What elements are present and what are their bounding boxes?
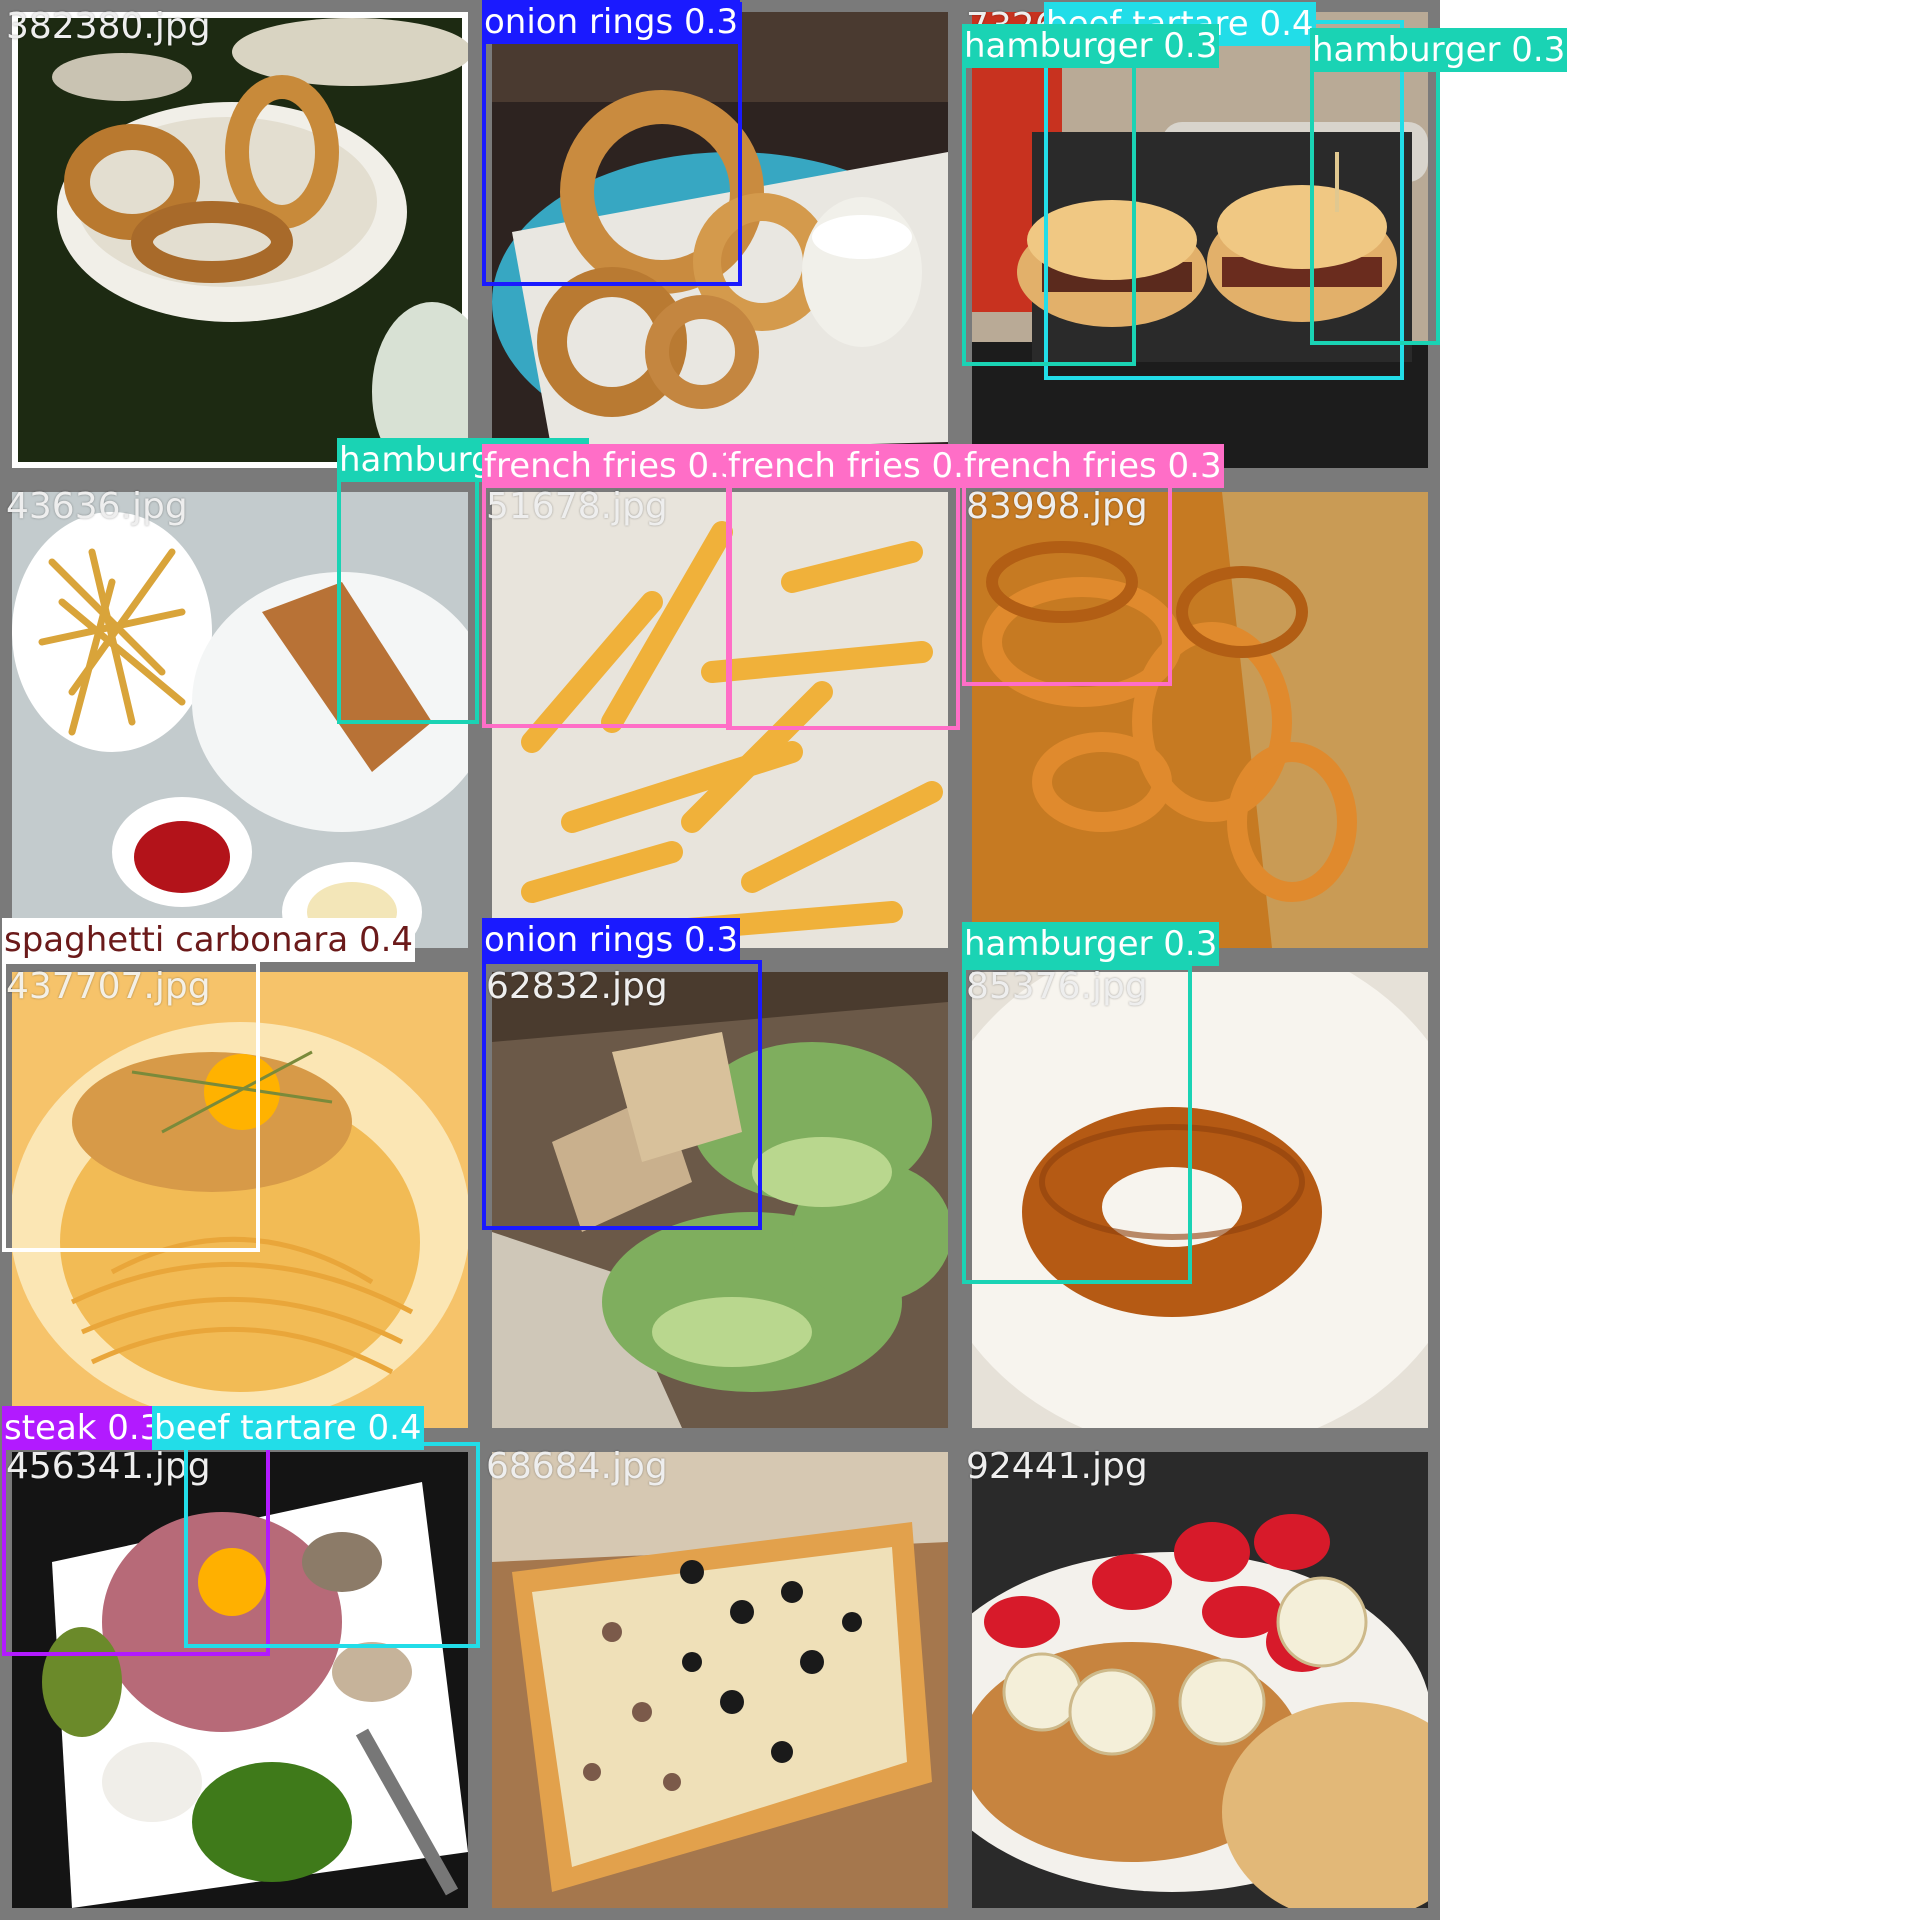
detection-label: french fries 0.4 bbox=[726, 444, 962, 488]
photo-pancakes bbox=[972, 1452, 1428, 1908]
detection-label: spaghetti carbonara 0.4 bbox=[2, 918, 416, 962]
detection-box-onion-rings bbox=[482, 2, 742, 286]
filename-label: 92441.jpg bbox=[966, 1446, 1148, 1487]
filename-label: 68684.jpg bbox=[486, 1446, 668, 1487]
detection-label: hamburger 0.3 bbox=[962, 922, 1220, 966]
detection-label: onion rings 0.3 bbox=[482, 0, 741, 44]
detection-label: french fries 0.3 bbox=[962, 444, 1224, 488]
photo-onion-rings-bowl bbox=[12, 12, 468, 468]
detection-box-hamburger bbox=[962, 966, 1192, 1284]
detection-label: french fries 0.3 bbox=[482, 444, 744, 488]
detection-label: beef tartare 0.4 bbox=[152, 1406, 424, 1450]
tile-pizza: 68684.jpg bbox=[480, 1440, 960, 1920]
detection-box-french-fries bbox=[726, 480, 960, 730]
detection-label: steak 0.3 bbox=[2, 1406, 156, 1450]
detection-box-hamburger bbox=[1310, 60, 1440, 345]
detection-box-onion-rings bbox=[482, 960, 762, 1230]
detection-label: hamburger 0.3 bbox=[962, 24, 1220, 68]
tile-onion-rings-bowl: 382380.jpg bbox=[0, 0, 480, 480]
detection-box-french-fries bbox=[962, 480, 1172, 686]
filename-label: 382380.jpg bbox=[6, 6, 211, 47]
detection-box-spaghetti-carbonara bbox=[2, 960, 260, 1252]
mosaic-canvas: 382380.jpg 43636.jpg 51678.jpg 83998.jpg… bbox=[0, 0, 1920, 1920]
detection-label: onion rings 0.3 bbox=[482, 918, 741, 962]
detection-box-hamburger bbox=[337, 476, 479, 724]
detection-label: hamburger 0.3 bbox=[1310, 28, 1568, 72]
detection-box-beef-tartare bbox=[184, 1442, 480, 1648]
detection-box-french-fries bbox=[482, 480, 732, 728]
photo-pizza bbox=[492, 1452, 948, 1908]
filename-label: 43636.jpg bbox=[6, 486, 188, 527]
tile-pancakes: 92441.jpg bbox=[960, 1440, 1440, 1920]
detection-box-hamburger bbox=[962, 58, 1136, 366]
